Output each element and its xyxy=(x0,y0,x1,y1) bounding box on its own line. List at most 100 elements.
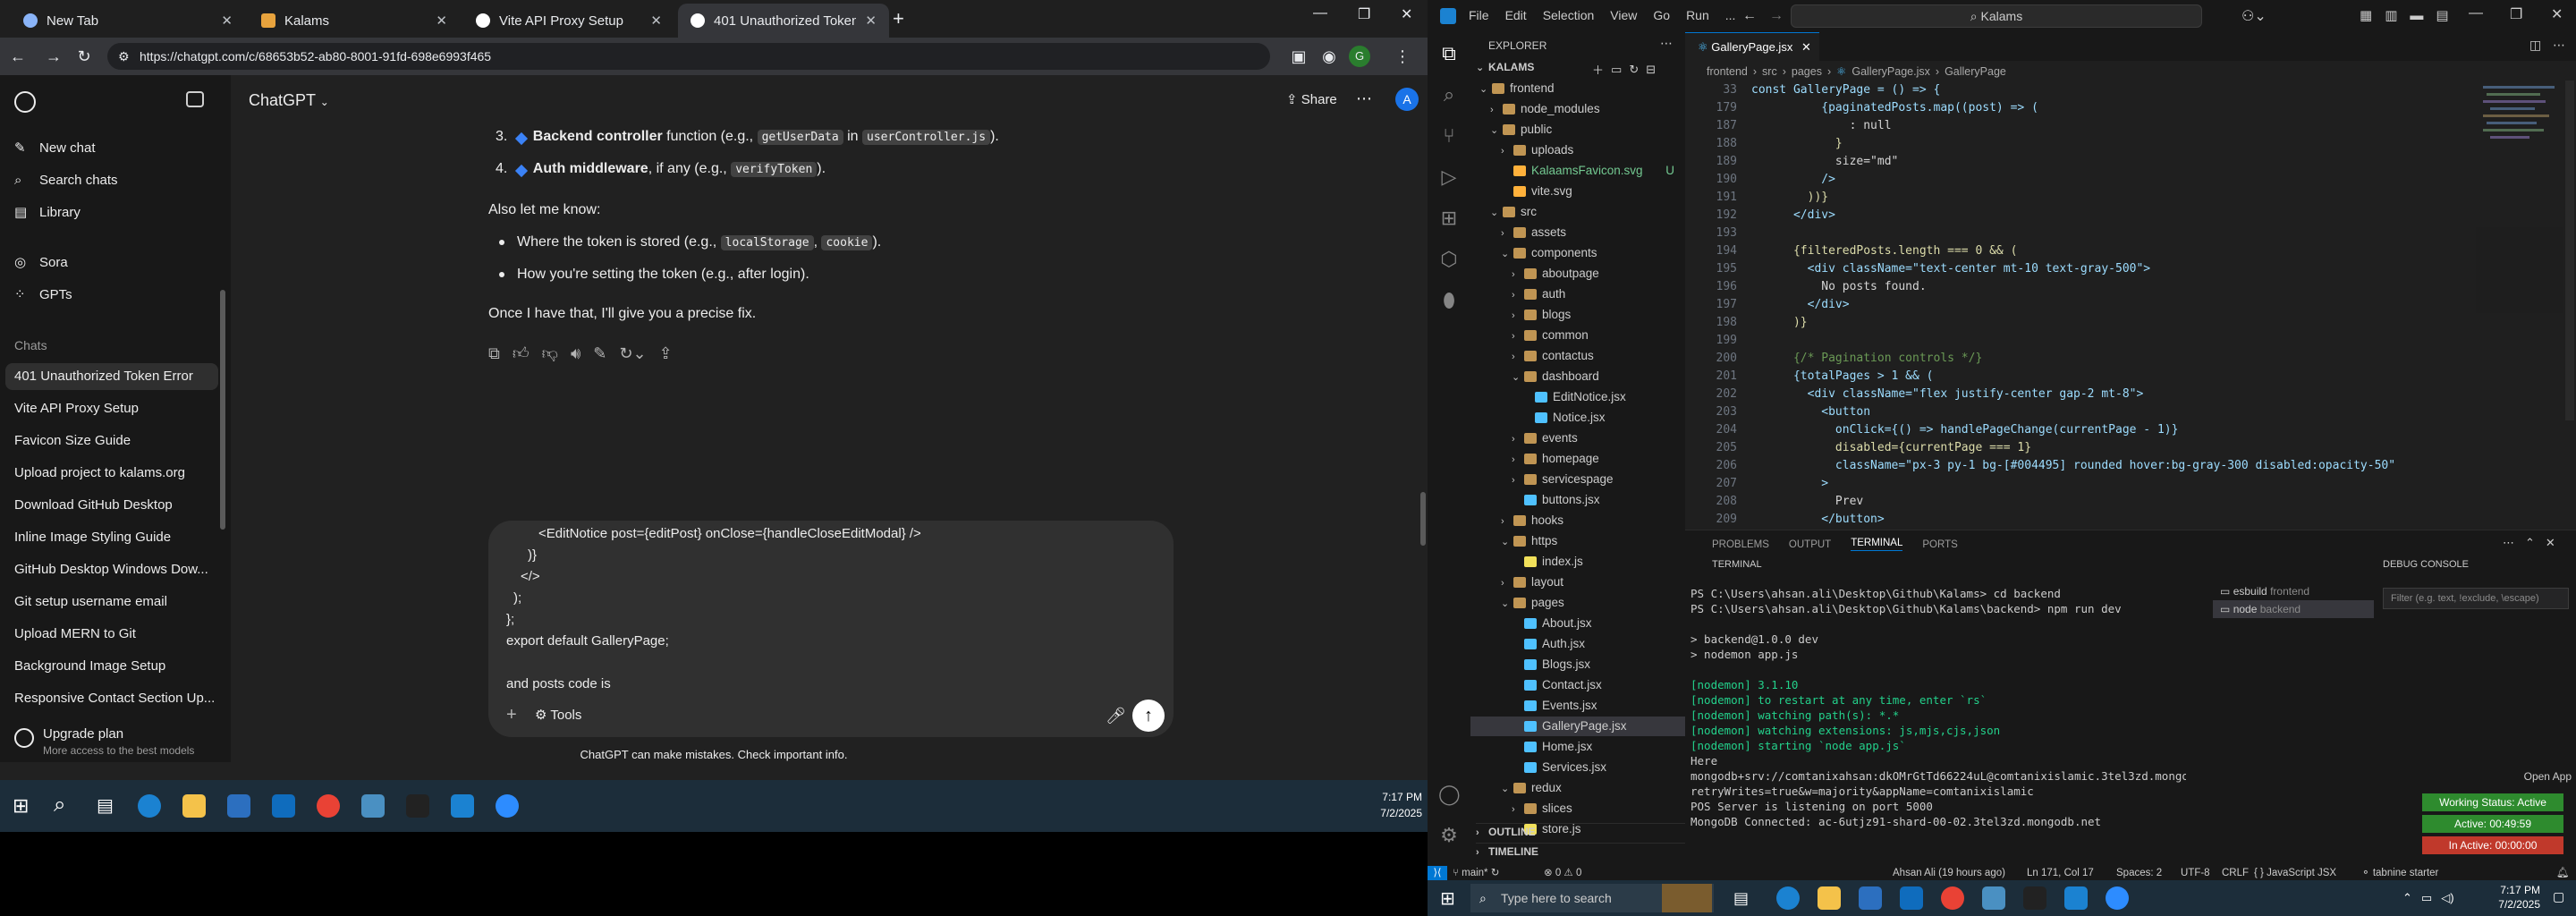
chat-item[interactable]: GitHub Desktop Windows Dow... xyxy=(0,556,224,583)
editor-scrollbar[interactable] xyxy=(2565,81,2574,420)
code-editor[interactable]: 33 const GalleryPage = () => {179 {pagina… xyxy=(1685,81,2472,528)
refresh-icon[interactable]: ↻ xyxy=(1629,63,1639,77)
toggle-secondary-icon[interactable]: ▤ xyxy=(2436,7,2448,23)
tree-folder[interactable]: › hooks xyxy=(1470,511,1685,530)
maximize-icon[interactable]: ❐ xyxy=(1358,5,1370,23)
edge-icon[interactable] xyxy=(1776,886,1800,910)
more-options-icon[interactable]: ⋯ xyxy=(2553,38,2565,53)
split-editor-icon[interactable]: ◫ xyxy=(2529,38,2541,53)
avatar[interactable]: A xyxy=(1395,88,1419,111)
forward-icon[interactable]: → xyxy=(1769,8,1784,24)
working-status-badge[interactable]: Working Status: Active xyxy=(2422,793,2563,811)
tree-file[interactable]: index.js xyxy=(1470,552,1685,572)
extension-icon[interactable]: ◉ xyxy=(1318,46,1340,67)
tree-folder[interactable]: › events xyxy=(1470,428,1685,448)
chat-item[interactable]: Favicon Size Guide xyxy=(0,428,224,454)
tree-folder[interactable]: ⌄ components xyxy=(1470,243,1685,263)
tab-kalams[interactable]: Kalams ✕ xyxy=(249,4,460,38)
tab-problems[interactable]: PROBLEMS xyxy=(1712,539,1769,550)
language-mode[interactable]: { } JavaScript JSX xyxy=(2254,866,2336,880)
menu-view[interactable]: View xyxy=(1610,8,1637,22)
more-options-icon[interactable]: ⋯ xyxy=(1356,89,1372,108)
zoom-icon[interactable] xyxy=(496,794,519,818)
site-info-icon[interactable]: ⚙ xyxy=(118,43,130,70)
menu-file[interactable]: File xyxy=(1469,8,1489,22)
outline-section[interactable]: › OUTLINE xyxy=(1476,823,1685,838)
thumbs-down-icon[interactable]: 👎︎ xyxy=(542,344,558,363)
window-close-icon[interactable]: ✕ xyxy=(1401,5,1412,23)
tree-folder[interactable]: › node_modules xyxy=(1470,99,1685,119)
close-icon[interactable]: ✕ xyxy=(221,13,233,29)
tree-file[interactable]: Notice.jsx xyxy=(1470,408,1685,428)
cursor-position[interactable]: Ln 171, Col 17 xyxy=(2027,866,2094,880)
toggle-sidebar-icon[interactable]: ▥ xyxy=(2385,7,2397,23)
volume-icon[interactable]: ◁) xyxy=(2441,891,2453,905)
tree-folder[interactable]: › uploads xyxy=(1470,140,1685,160)
terminal-session[interactable]: ▭ esbuild frontend xyxy=(2213,582,2374,600)
tab-output[interactable]: OUTPUT xyxy=(1789,539,1831,550)
thumbs-up-icon[interactable]: 👍︎ xyxy=(513,344,530,363)
tab-terminal[interactable]: TERMINAL xyxy=(1851,538,1903,551)
tree-folder[interactable]: ⌄ frontend xyxy=(1470,79,1685,98)
debug-filter-input[interactable]: Filter (e.g. text, !exclude, \escape) xyxy=(2383,588,2569,609)
close-icon[interactable]: ✕ xyxy=(650,13,662,29)
settings-gear-icon[interactable]: ⚙ xyxy=(1438,825,1460,846)
sidebar-library[interactable]: ▤ Library xyxy=(0,199,224,226)
terminal-output[interactable]: PS C:\Users\ahsan.ali\Desktop\Github\Kal… xyxy=(1685,586,2186,854)
notifications-icon[interactable]: 🔔︎ xyxy=(2556,866,2570,880)
forward-icon[interactable]: → xyxy=(43,46,64,67)
line-ending[interactable]: CRLF xyxy=(2222,866,2249,880)
close-panel-icon[interactable]: ✕ xyxy=(2546,536,2555,550)
chrome-menu-icon[interactable]: ⋮ xyxy=(1392,46,1413,67)
close-icon[interactable]: ✕ xyxy=(436,13,447,29)
edge-icon[interactable] xyxy=(138,794,161,818)
menu-selection[interactable]: Selection xyxy=(1543,8,1595,22)
tree-folder[interactable]: › contactus xyxy=(1470,346,1685,366)
minimap[interactable] xyxy=(2476,81,2563,313)
tabnine-status[interactable]: ⚬ tabnine starter xyxy=(2361,866,2438,880)
mail-icon[interactable] xyxy=(1900,886,1923,910)
tree-folder[interactable]: › homepage xyxy=(1470,449,1685,469)
tree-folder[interactable]: › common xyxy=(1470,326,1685,345)
workspace-root[interactable]: ⌄ KALAMS xyxy=(1476,61,1534,73)
edit-canvas-icon[interactable]: ✎ xyxy=(593,344,606,363)
tree-file[interactable]: Events.jsx xyxy=(1470,696,1685,716)
chevron-up-icon[interactable]: ⌃ xyxy=(2402,891,2412,905)
tree-folder[interactable]: ⌄ dashboard xyxy=(1470,367,1685,386)
tree-file[interactable]: Auth.jsx xyxy=(1470,634,1685,654)
sidebar-new-chat[interactable]: ✎ New chat xyxy=(0,135,224,162)
problems-indicator[interactable]: ⊗ 0 ⚠ 0 xyxy=(1544,866,1581,880)
sidebar-toggle-icon[interactable] xyxy=(186,91,204,107)
tree-folder[interactable]: › aboutpage xyxy=(1470,264,1685,284)
task-view-icon[interactable]: ▤ xyxy=(1733,889,1749,908)
mongodb-icon[interactable]: ⬮ xyxy=(1438,290,1460,311)
tree-folder[interactable]: ⌄ src xyxy=(1470,202,1685,222)
composer[interactable]: <EditNotice post={editPost} onClose={han… xyxy=(488,521,1174,737)
command-center-search[interactable]: ⌕ Kalams xyxy=(1791,4,2202,28)
chat-item[interactable]: 401 Unauthorized Token Error xyxy=(5,363,218,390)
upgrade-title[interactable]: Upgrade plan xyxy=(43,726,123,742)
main-scrollbar[interactable] xyxy=(1420,492,1426,546)
tree-file[interactable]: About.jsx xyxy=(1470,614,1685,633)
extension-icon[interactable]: ▣ xyxy=(1288,46,1309,67)
sidebar-sora[interactable]: ◎ Sora xyxy=(0,250,224,276)
read-aloud-icon[interactable]: 🔊︎ xyxy=(571,344,580,363)
tab-vite-proxy[interactable]: Vite API Proxy Setup ✕ xyxy=(463,4,674,38)
tree-file[interactable]: Blogs.jsx xyxy=(1470,655,1685,674)
more-options-icon[interactable]: ⋯ xyxy=(2503,536,2514,550)
close-icon[interactable]: ✕ xyxy=(865,13,877,29)
copilot-icon[interactable]: ⚇⌄ xyxy=(2241,7,2267,25)
microphone-icon[interactable]: 🎤︎ xyxy=(1106,707,1126,725)
minimize-icon[interactable]: — xyxy=(1313,5,1327,21)
sidebar-scrollbar[interactable] xyxy=(220,290,225,530)
source-control-icon[interactable]: ⑂ xyxy=(1438,125,1460,147)
window-close-icon[interactable]: ✕ xyxy=(2551,5,2563,23)
network-icon[interactable]: ▭ xyxy=(2421,891,2432,905)
more-options-icon[interactable]: ⋯ xyxy=(1660,36,1673,51)
maximize-panel-icon[interactable]: ⌃ xyxy=(2525,536,2535,550)
tree-folder[interactable]: ⌄ https xyxy=(1470,531,1685,551)
chat-item[interactable]: Upload project to kalams.org xyxy=(0,460,224,487)
git-blame[interactable]: Ahsan Ali (19 hours ago) xyxy=(1893,866,2005,880)
search-icon[interactable]: ⌕ xyxy=(1438,84,1460,106)
back-icon[interactable]: ← xyxy=(7,46,29,67)
